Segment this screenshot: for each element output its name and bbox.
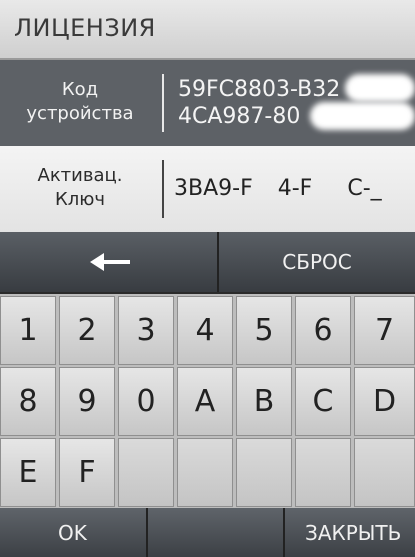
hex-keypad: 1 2 3 4 5 6 7 8 9 0 A B C D E F: [0, 294, 415, 508]
reset-button[interactable]: СБРОС: [219, 232, 415, 292]
key-0[interactable]: 0: [118, 367, 174, 436]
key-a[interactable]: A: [177, 367, 233, 436]
redaction-blur: [345, 74, 415, 102]
key-f[interactable]: F: [59, 438, 115, 507]
license-screen: ЛИЦЕНЗИЯ Код устройства 59FC8803-B32 4CA…: [0, 0, 415, 557]
divider: [162, 74, 164, 132]
left-arrow-icon: [90, 253, 130, 271]
key-c[interactable]: C: [295, 367, 351, 436]
close-label: ЗАКРЫТЬ: [305, 521, 402, 545]
footer-bar: OK ЗАКРЫТЬ: [0, 508, 415, 557]
key-7[interactable]: 7: [354, 296, 415, 365]
key-6[interactable]: 6: [295, 296, 351, 365]
reset-label: СБРОС: [282, 250, 352, 274]
key-b[interactable]: B: [236, 367, 292, 436]
device-code-line1: 59FC8803-B32: [178, 77, 341, 102]
key-2[interactable]: 2: [59, 296, 115, 365]
key-3[interactable]: 3: [118, 296, 174, 365]
key-4[interactable]: 4: [177, 296, 233, 365]
activation-key-part1: 3BA9-F: [174, 176, 253, 201]
close-button[interactable]: ЗАКРЫТЬ: [285, 508, 415, 557]
activation-label-line1: Активац.: [37, 165, 123, 186]
activation-label-line2: Ключ: [54, 189, 106, 210]
footer-spacer: [148, 508, 285, 557]
ok-button[interactable]: OK: [0, 508, 148, 557]
key-blank: [295, 438, 351, 507]
device-code-label: Код устройства: [0, 78, 160, 126]
key-blank: [236, 438, 292, 507]
key-d[interactable]: D: [354, 367, 415, 436]
key-5[interactable]: 5: [236, 296, 292, 365]
activation-key-input[interactable]: 3BA9-F 4-F C-_: [174, 176, 382, 201]
key-blank: [177, 438, 233, 507]
control-row: СБРОС: [0, 232, 415, 292]
device-label-line1: Код: [61, 79, 99, 100]
backspace-button[interactable]: [0, 232, 219, 292]
key-1[interactable]: 1: [0, 296, 56, 365]
activation-key-part2: 4-F: [277, 176, 313, 201]
device-label-line2: устройства: [26, 103, 134, 124]
key-e[interactable]: E: [0, 438, 56, 507]
device-code-row: Код устройства 59FC8803-B32 4CA987-80: [0, 60, 415, 146]
redaction-blur: [310, 102, 415, 130]
activation-key-row[interactable]: Активац. Ключ 3BA9-F 4-F C-_: [0, 146, 415, 232]
page-title: ЛИЦЕНЗИЯ: [14, 14, 156, 42]
key-9[interactable]: 9: [59, 367, 115, 436]
key-8[interactable]: 8: [0, 367, 56, 436]
header-bar: ЛИЦЕНЗИЯ: [0, 0, 415, 60]
activation-key-label: Активац. Ключ: [0, 164, 160, 212]
key-blank: [354, 438, 415, 507]
divider: [162, 160, 164, 218]
key-blank: [118, 438, 174, 507]
arrow-shaft: [102, 260, 130, 264]
ok-label: OK: [58, 521, 87, 545]
activation-key-part3: C-_: [347, 176, 382, 201]
